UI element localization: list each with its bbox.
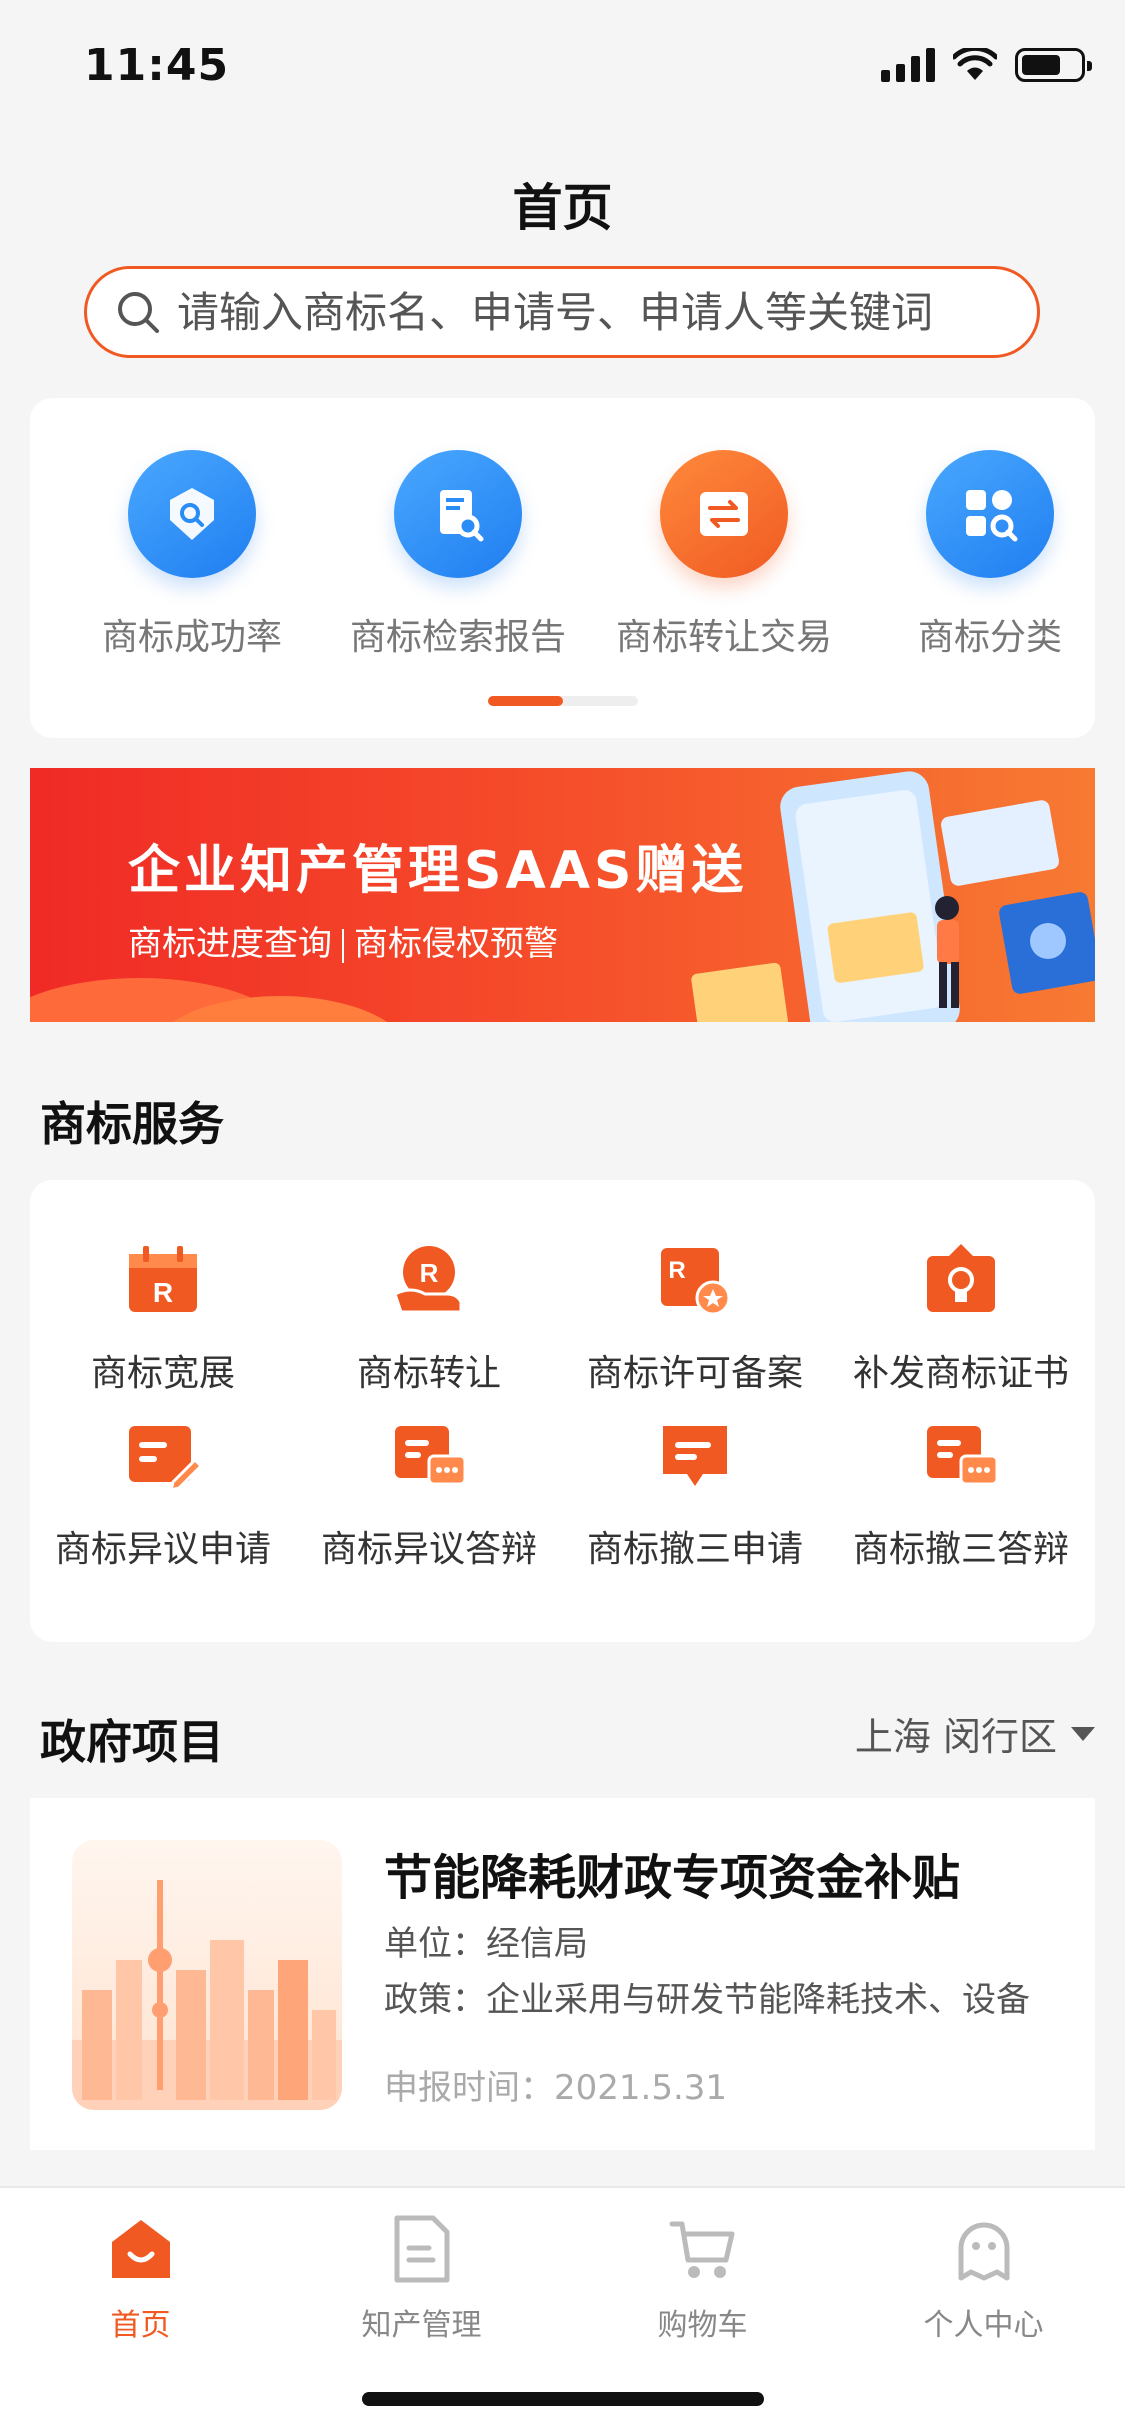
doc-chat-icon [395,1426,467,1486]
service-opposition-apply[interactable]: 商标异议申请 [30,1418,296,1572]
tab-home[interactable]: 首页 [0,2214,281,2344]
tab-label: 知产管理 [361,2308,482,2343]
home-indicator [362,2392,764,2406]
gov-project-card[interactable]: 节能降耗财政专项资金补贴 单位：经信局 政策：企业采用与研发节能降耗技术、设备 … [30,1798,1095,2150]
region-label: 上海 闵行区 [854,1715,1057,1759]
license-icon: R [661,1248,731,1316]
service-renewal[interactable]: R 商标宽展 [30,1242,296,1396]
doc-edit-icon [129,1426,204,1493]
certificate-icon [927,1244,995,1312]
service-label: 补发商标证书 [852,1353,1069,1394]
status-bar: 11:45 [0,0,1125,132]
banner-sub-right: 商标侵权预警 [354,924,558,964]
hand-r-icon: R [393,1246,463,1314]
services-section-title: 商标服务 [40,1097,224,1151]
service-cancel-defense[interactable]: 商标撤三答辩 [828,1418,1094,1572]
svg-text:R: R [668,1257,685,1284]
promo-banner[interactable]: 企业知产管理SAAS赠送 商标进度查询 商标侵权预警 [30,768,1095,1022]
quick-link-search-report[interactable]: 商标检索报告 [328,450,588,660]
banner-title: 企业知产管理SAAS赠送 [128,841,748,901]
calendar-r-icon: R [129,1246,197,1312]
doc-chat-icon [927,1426,999,1486]
banner-sub-left: 商标进度查询 [128,924,332,964]
signal-icon [881,48,935,82]
service-reissue-cert[interactable]: 补发商标证书 [828,1242,1094,1396]
page-title: 首页 [512,179,613,237]
quick-link-label: 商标分类 [917,617,1062,658]
service-label: 商标撤三申请 [586,1529,803,1570]
banner-subtitle: 商标进度查询 商标侵权预警 [128,916,558,965]
region-selector[interactable]: 上海 闵行区 [855,1706,1095,1761]
service-license[interactable]: R 商标许可备案 [562,1242,828,1396]
home-icon [111,2220,170,2278]
banner-illustration [691,771,1095,1022]
cart-icon [669,2221,734,2278]
category-search-icon [966,490,1018,542]
status-time: 11:45 [84,40,230,91]
quick-link-label: 商标成功率 [101,617,282,658]
wifi-icon [953,48,997,80]
quick-link-transfer-trade[interactable]: 商标转让交易 [594,450,854,660]
profile-icon [958,2222,1009,2281]
quick-link-label: 商标检索报告 [349,617,566,658]
search-icon [118,292,159,333]
dropdown-triangle-icon [1071,1726,1095,1741]
gov-project-date: 申报时间：2021.5.31 [384,2068,728,2108]
quick-link-label: 商标转让交易 [615,617,832,658]
tab-label: 首页 [110,2308,171,2343]
gov-project-policy: 政策：企业采用与研发节能降耗技术、设备 [384,1980,1030,2020]
tab-label: 购物车 [657,2308,748,2343]
gov-project-title: 节能降耗财政专项资金补贴 [384,1850,961,1906]
service-transfer[interactable]: R 商标转让 [296,1242,562,1396]
service-cancel-apply[interactable]: 商标撤三申请 [562,1418,828,1572]
quick-link-category[interactable]: 商标分类 [860,450,1120,660]
gov-project-unit: 单位：经信局 [384,1924,588,1964]
document-icon [394,2215,449,2283]
search-bar[interactable] [84,266,1040,358]
service-opposition-defense[interactable]: 商标异议答辩 [296,1418,562,1572]
service-label: 商标宽展 [90,1353,235,1394]
service-label: 商标转让 [356,1353,501,1394]
services-card: R 商标宽展 R 商标转让 R 商标许可备案 补发商标证书 商标异议申请 商标异… [30,1180,1095,1642]
tab-label: 个人中心 [923,2308,1044,2343]
gov-section-title: 政府项目 [40,1715,224,1769]
page-indicator [488,696,638,706]
tab-profile[interactable]: 个人中心 [843,2214,1124,2344]
service-label: 商标异议申请 [54,1529,271,1570]
quick-links-card: 商标成功率 商标检索报告 商标转让交易 商标分类 [30,398,1095,738]
svg-text:R: R [420,1258,439,1288]
svg-text:R: R [153,1277,173,1308]
tab-ip-management[interactable]: 知产管理 [281,2214,562,2344]
service-label: 商标撤三答辩 [852,1529,1069,1570]
status-icons [881,48,1092,82]
service-label: 商标许可备案 [586,1353,803,1394]
quick-link-success-rate[interactable]: 商标成功率 [62,450,322,660]
city-skyline-image [72,1840,342,2110]
battery-icon [1015,48,1092,82]
search-input[interactable] [177,287,1017,337]
report-search-icon [440,490,484,542]
chat-doc-icon [663,1426,727,1486]
tab-cart[interactable]: 购物车 [562,2214,843,2344]
transfer-icon [700,492,748,536]
service-label: 商标异议答辩 [320,1529,537,1570]
shield-search-icon [170,488,214,540]
